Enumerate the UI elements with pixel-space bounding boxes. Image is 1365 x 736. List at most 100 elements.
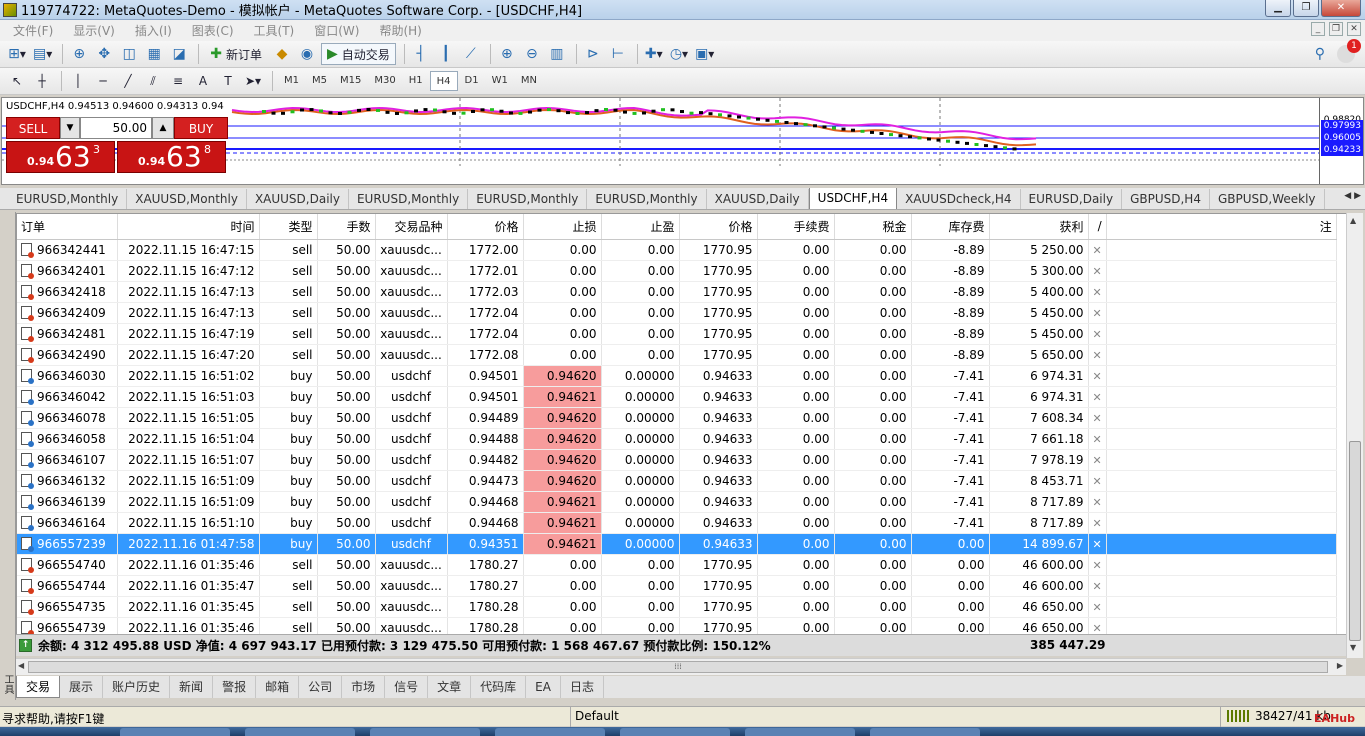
cell-sl[interactable]: 0.00 [523,239,602,261]
profiles-button[interactable]: ▤ ▾ [31,43,54,65]
close-order-cell[interactable]: ✕ [1088,596,1107,618]
cell-tp[interactable]: 0.00 [601,596,680,618]
cell-tp[interactable]: 0.00 [601,344,680,366]
timeframe-m15[interactable]: M15 [334,71,367,91]
menu-item[interactable]: 窗口(W) [305,22,370,39]
column-header[interactable]: 价格 [679,214,758,240]
cell-tp[interactable]: 0.00000 [601,470,680,492]
cell-sl[interactable]: 0.00 [523,575,602,597]
close-order-icon[interactable]: ✕ [1093,328,1102,341]
column-header[interactable]: 类型 [259,214,318,240]
table-row[interactable]: 966346132 2022.11.15 16:51:09 buy 50.00 usdc… [17,470,1337,492]
close-order-icon[interactable]: ✕ [1093,496,1102,509]
chart-shift-button[interactable]: ⊢ [607,43,629,65]
timeframe-m5[interactable]: M5 [306,71,333,91]
close-order-cell[interactable]: ✕ [1088,491,1107,513]
close-button[interactable]: ✕ [1321,0,1361,17]
mdi-restore-button[interactable]: ❐ [1329,22,1343,36]
close-order-icon[interactable]: ✕ [1093,412,1102,425]
cell-sl[interactable]: 0.94621 [523,491,602,513]
taskbar-app[interactable] [120,728,230,736]
close-order-icon[interactable]: ✕ [1093,433,1102,446]
cell-sl[interactable]: 0.00 [523,260,602,282]
auto-trading-button[interactable]: ▶ 自动交易 [321,43,396,65]
timeframe-d1[interactable]: D1 [459,71,485,91]
strategy-tester-button[interactable]: ◪ [168,43,190,65]
cell-sl[interactable]: 0.94620 [523,428,602,450]
cell-tp[interactable]: 0.00 [601,323,680,345]
column-header[interactable]: 税金 [834,214,912,240]
zoom-out-button[interactable]: ⊖ [521,43,543,65]
taskbar-app[interactable] [620,728,730,736]
terminal-tab[interactable]: 信号 [385,676,429,698]
taskbar-app[interactable] [870,728,980,736]
cell-tp[interactable]: 0.00 [601,575,680,597]
taskbar-app[interactable] [495,728,605,736]
terminal-tab[interactable]: 新闻 [170,676,214,698]
chart-tab[interactable]: GBPUSD,Weekly [1210,189,1325,209]
menu-item[interactable]: 工具(T) [245,22,306,39]
vertical-scrollbar[interactable]: ▲ ▼ [1346,213,1363,658]
volume-input[interactable]: 50.00 [80,117,152,139]
new-order-button[interactable]: ✚ 新订单 [204,43,268,65]
terminal-tab[interactable]: 文章 [428,676,472,698]
timeframe-m1[interactable]: M1 [278,71,305,91]
line-chart-button[interactable]: ⟋ [460,43,482,65]
close-order-icon[interactable]: ✕ [1093,349,1102,362]
scroll-down-icon[interactable]: ▼ [1350,643,1356,652]
terminal-tab[interactable]: 市场 [342,676,386,698]
cell-tp[interactable]: 0.00 [601,239,680,261]
close-order-cell[interactable]: ✕ [1088,512,1107,534]
table-row[interactable]: 966554735 2022.11.16 01:35:45 sell 50.00 xau… [17,596,1337,618]
maximize-button[interactable]: ❐ [1293,0,1319,17]
column-header[interactable]: 手续费 [757,214,835,240]
cell-sl[interactable]: 0.94620 [523,407,602,429]
close-order-cell[interactable]: ✕ [1088,344,1107,366]
chart-tab[interactable]: XAUUSD,Daily [247,189,349,209]
horizontal-scroll-thumb[interactable]: ⁞⁞⁞ [28,661,1328,673]
close-order-cell[interactable]: ✕ [1088,533,1107,555]
table-row[interactable]: 966346078 2022.11.15 16:51:05 buy 50.00 usdc… [17,407,1337,429]
close-order-icon[interactable]: ✕ [1093,307,1102,320]
cell-tp[interactable]: 0.00000 [601,428,680,450]
timeframe-w1[interactable]: W1 [486,71,514,91]
notifications-icon[interactable]: 1 [1337,39,1361,63]
terminal-tab[interactable]: 交易 [16,676,61,698]
close-order-icon[interactable]: ✕ [1093,454,1102,467]
close-order-cell[interactable]: ✕ [1088,554,1107,576]
close-order-icon[interactable]: ✕ [1093,265,1102,278]
close-order-icon[interactable]: ✕ [1093,580,1102,593]
column-header[interactable]: 时间 [117,214,260,240]
taskbar-app[interactable] [245,728,355,736]
search-icon[interactable]: ⚲ [1315,46,1325,62]
column-header[interactable]: 价格 [447,214,524,240]
cell-sl[interactable]: 0.94620 [523,449,602,471]
cell-sl[interactable]: 0.00 [523,323,602,345]
close-order-icon[interactable]: ✕ [1093,622,1102,635]
cell-sl[interactable]: 0.94620 [523,365,602,387]
close-order-icon[interactable]: ✕ [1093,601,1102,614]
column-header[interactable]: 注 [1106,214,1337,240]
scroll-up-icon[interactable]: ▲ [1350,216,1356,225]
close-order-cell[interactable]: ✕ [1088,386,1107,408]
chart-tab[interactable]: EURUSD,Daily [1021,189,1123,209]
cell-sl[interactable]: 0.94621 [523,512,602,534]
table-row[interactable]: 966346030 2022.11.15 16:51:02 buy 50.00 usdc… [17,365,1337,387]
table-row[interactable]: 966342418 2022.11.15 16:47:13 sell 50.00 xau… [17,281,1337,303]
menu-item[interactable]: 图表(C) [183,22,245,39]
close-order-cell[interactable]: ✕ [1088,323,1107,345]
market-watch-button[interactable]: ⊕ [68,43,90,65]
volume-up-button[interactable]: ▲ [152,117,174,139]
timeframe-m30[interactable]: M30 [368,71,401,91]
navigator-button[interactable]: ◫ [118,43,140,65]
cursor-tool[interactable]: ↖ [6,70,28,92]
close-order-cell[interactable]: ✕ [1088,428,1107,450]
signals-button[interactable]: ◉ [296,43,318,65]
cell-tp[interactable]: 0.00000 [601,365,680,387]
scroll-thumb[interactable] [1349,441,1361,641]
close-order-cell[interactable]: ✕ [1088,449,1107,471]
menu-item[interactable]: 帮助(H) [370,22,432,39]
timeframe-h4[interactable]: H4 [429,71,458,91]
cell-sl[interactable]: 0.00 [523,596,602,618]
close-order-cell[interactable]: ✕ [1088,470,1107,492]
